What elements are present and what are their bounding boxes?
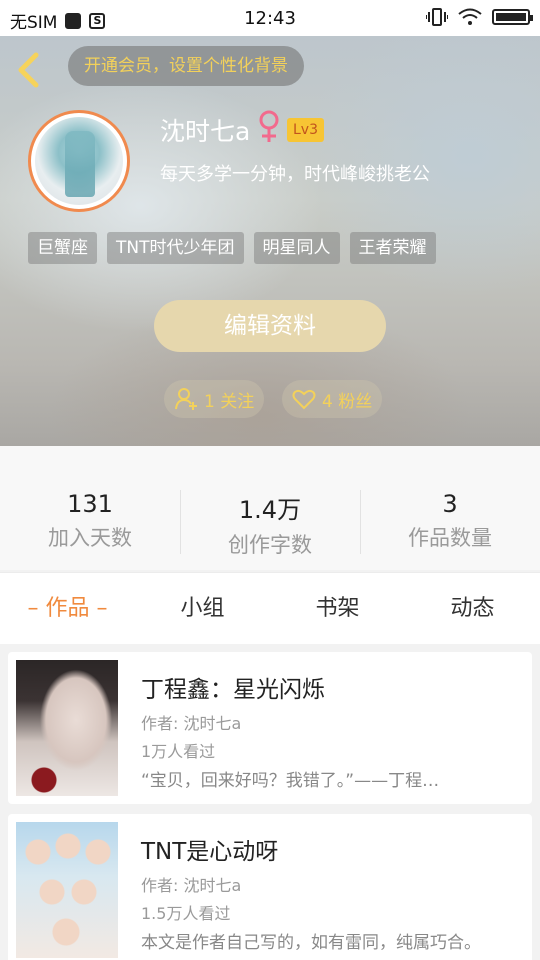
work-description: 本文是作者自己写的，如有雷同，纯属巧合。: [141, 933, 481, 953]
stat-value: 131: [67, 490, 113, 518]
avatar-image: [35, 117, 123, 205]
back-arrow-icon[interactable]: [14, 52, 44, 88]
avatar[interactable]: [28, 110, 130, 212]
user-motto: 每天多学一分钟，时代峰峻挑老公: [160, 164, 430, 185]
vip-banner[interactable]: 开通会员，设置个性化背景: [68, 46, 304, 86]
profile-header: 开通会员，设置个性化背景 沈时七a Lv3 每天多学一分钟，时代峰峻挑老公 巨蟹…: [0, 36, 540, 446]
list-item[interactable]: 丁程鑫：星光闪烁 作者: 沈时七a 1万人看过 “宝贝，回来好吗？我错了。”——…: [8, 652, 532, 804]
stat-label: 创作字数: [228, 533, 312, 557]
stat-word-count: 1.4万 创作字数: [180, 490, 360, 570]
stat-value: 1.4万: [238, 496, 302, 524]
tab-works[interactable]: – 作品 –: [0, 573, 135, 644]
level-badge: Lv3: [287, 118, 324, 142]
add-person-icon: [175, 388, 197, 410]
stat-label: 作品数量: [408, 526, 492, 550]
fans-count: 4 粉丝: [322, 391, 373, 412]
tab-groups[interactable]: 小组: [135, 573, 270, 644]
wifi-icon: [458, 8, 482, 25]
tab-bookshelf[interactable]: 书架: [270, 573, 405, 644]
work-title: TNT是心动呀: [141, 839, 279, 865]
follow-button[interactable]: 1 关注: [164, 380, 265, 418]
status-right: [426, 8, 533, 26]
tag-item[interactable]: TNT时代少年团: [107, 232, 244, 264]
stat-join-days: 131 加入天数: [0, 490, 180, 570]
stat-value: 3: [442, 490, 458, 518]
tag-item[interactable]: 巨蟹座: [28, 232, 97, 264]
tag-item[interactable]: 明星同人: [253, 232, 340, 264]
battery-icon: [492, 9, 533, 25]
cover-image: [16, 660, 118, 796]
stat-works-count: 3 作品数量: [360, 490, 540, 570]
work-views: 1万人看过: [141, 742, 216, 761]
works-list: 丁程鑫：星光闪烁 作者: 沈时七a 1万人看过 “宝贝，回来好吗？我错了。”——…: [8, 652, 532, 960]
cover-image: [16, 822, 118, 958]
work-views: 1.5万人看过: [141, 904, 231, 923]
heart-icon: [292, 389, 316, 410]
work-author: 作者: 沈时七a: [141, 876, 242, 895]
work-author: 作者: 沈时七a: [141, 714, 242, 733]
list-item[interactable]: TNT是心动呀 作者: 沈时七a 1.5万人看过 本文是作者自己写的，如有雷同，…: [8, 814, 532, 960]
vibrate-icon: [426, 8, 448, 26]
tag-item[interactable]: 王者荣耀: [349, 232, 436, 264]
fans-button[interactable]: 4 粉丝: [282, 380, 383, 418]
status-bar: 无SIM S 12:43: [0, 0, 540, 36]
female-icon: [259, 110, 279, 142]
follow-count: 1 关注: [204, 391, 255, 412]
tab-bar: – 作品 – 小组 书架 动态: [0, 572, 540, 644]
work-title: 丁程鑫：星光闪烁: [141, 677, 325, 703]
edit-profile-button[interactable]: 编辑资料: [154, 300, 386, 352]
stat-label: 加入天数: [48, 526, 132, 550]
stats-bar: 131 加入天数 1.4万 创作字数 3 作品数量: [0, 446, 540, 570]
user-name: 沈时七a: [160, 117, 251, 146]
work-description: “宝贝，回来好吗？我错了。”——丁程…: [141, 771, 440, 791]
tab-activity[interactable]: 动态: [405, 573, 540, 644]
tag-list: 巨蟹座 TNT时代少年团 明星同人 王者荣耀: [28, 232, 436, 264]
